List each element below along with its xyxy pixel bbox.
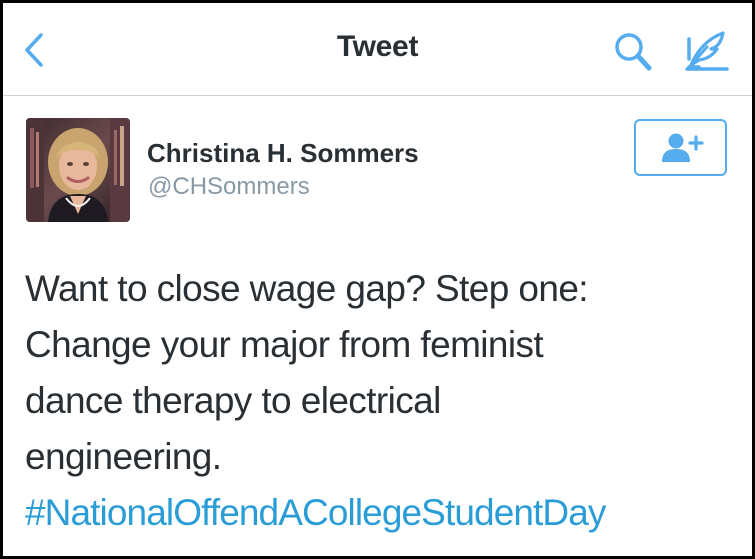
follow-button[interactable] (634, 119, 727, 176)
add-user-icon (662, 133, 704, 162)
hashtag-link[interactable]: #NationalOffendACollegeStudentDay (25, 485, 725, 541)
search-button[interactable] (612, 31, 654, 73)
author-handle[interactable]: @CHSommers (148, 173, 310, 201)
tweet-text-line: dance therapy to electrical (25, 380, 441, 421)
tweet-text-line: Want to close wage gap? Step one: (25, 268, 589, 309)
tweet-text-line: engineering. (25, 436, 222, 477)
tweet-screen: Tweet Christina H. Sommers @CHSommers Wa… (3, 3, 752, 556)
tweet-text-line: Change your major from feminist (25, 324, 544, 365)
avatar[interactable] (26, 118, 130, 222)
search-icon (615, 33, 652, 71)
compose-tweet-button[interactable] (683, 29, 731, 73)
tweet-text: Want to close wage gap? Step one: Change… (25, 261, 725, 541)
compose-quill-icon (685, 31, 729, 71)
chevron-left-icon (25, 33, 43, 67)
profile-photo-icon (26, 118, 130, 222)
top-navigation-bar: Tweet (3, 3, 752, 96)
author-display-name[interactable]: Christina H. Sommers (147, 138, 419, 169)
back-button[interactable] (21, 31, 55, 69)
